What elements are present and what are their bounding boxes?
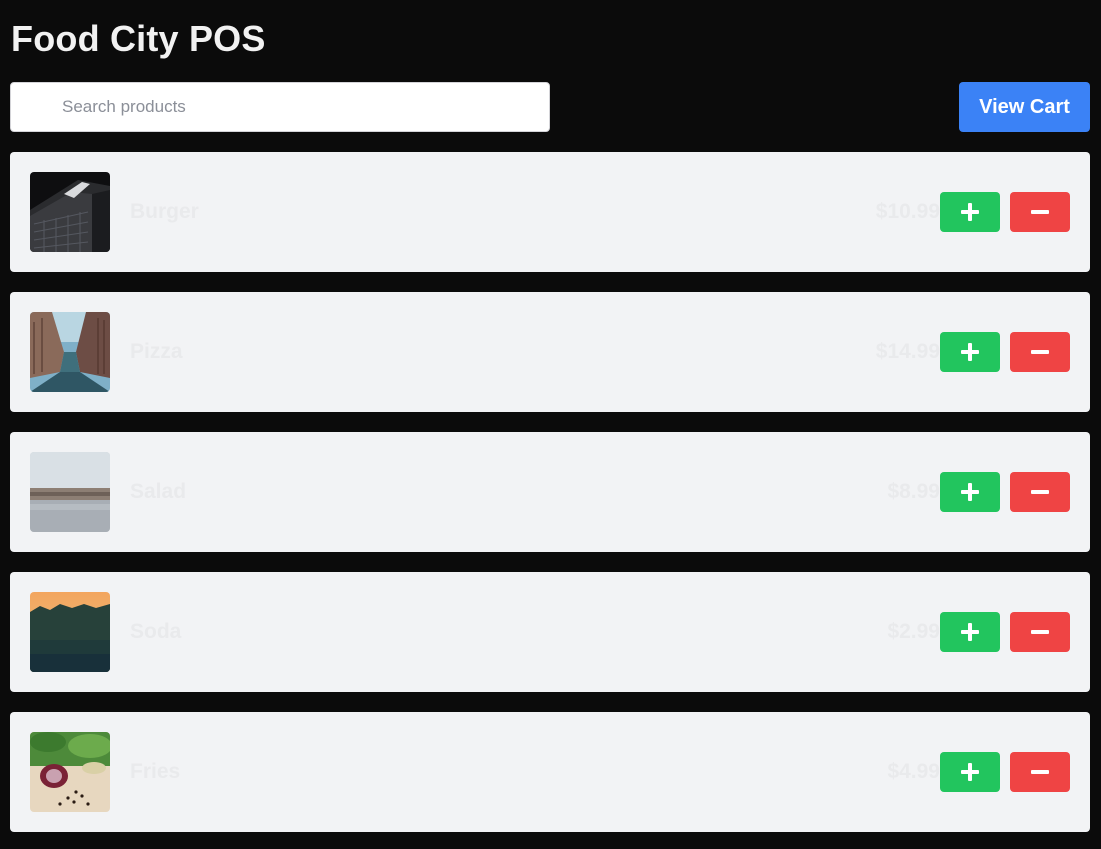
product-image	[30, 592, 110, 672]
product-name: Fries	[130, 760, 181, 783]
product-card: Soda $2.99	[10, 572, 1090, 692]
plus-icon	[961, 623, 979, 641]
minus-icon	[1031, 770, 1049, 774]
product-name: Pizza	[130, 340, 183, 363]
add-button[interactable]	[940, 192, 1000, 232]
toolbar: View Cart	[10, 82, 1090, 132]
product-image	[30, 732, 110, 812]
product-price: $10.99	[875, 200, 940, 223]
add-button[interactable]	[940, 472, 1000, 512]
plus-icon	[961, 343, 979, 361]
product-card: Burger $10.99	[10, 152, 1090, 272]
minus-icon	[1031, 490, 1049, 494]
product-card: Fries $4.99	[10, 712, 1090, 832]
remove-button[interactable]	[1010, 192, 1070, 232]
product-price: $2.99	[887, 620, 940, 643]
minus-icon	[1031, 350, 1049, 354]
plus-icon	[961, 763, 979, 781]
pos-app: Food City POS View Cart	[0, 0, 1101, 849]
product-card: Salad $8.99	[10, 432, 1090, 552]
minus-icon	[1031, 630, 1049, 634]
product-card: Pizza $14.99	[10, 292, 1090, 412]
plus-icon	[961, 483, 979, 501]
remove-button[interactable]	[1010, 332, 1070, 372]
add-button[interactable]	[940, 612, 1000, 652]
page-title: Food City POS	[11, 18, 266, 59]
product-image	[30, 312, 110, 392]
add-button[interactable]	[940, 752, 1000, 792]
remove-button[interactable]	[1010, 612, 1070, 652]
plus-icon	[961, 203, 979, 221]
search-input[interactable]	[10, 82, 550, 132]
product-name: Soda	[130, 620, 182, 643]
product-price: $4.99	[887, 760, 940, 783]
minus-icon	[1031, 210, 1049, 214]
product-image	[30, 452, 110, 532]
remove-button[interactable]	[1010, 752, 1070, 792]
product-name: Salad	[130, 480, 187, 503]
add-button[interactable]	[940, 332, 1000, 372]
product-price: $14.99	[875, 340, 940, 363]
remove-button[interactable]	[1010, 472, 1070, 512]
product-price: $8.99	[887, 480, 940, 503]
product-list: Burger $10.99 Pizza $14.99 Salad $8.99 S…	[10, 152, 1090, 849]
product-image	[30, 172, 110, 252]
product-name: Burger	[130, 200, 199, 223]
view-cart-button[interactable]: View Cart	[959, 82, 1090, 132]
